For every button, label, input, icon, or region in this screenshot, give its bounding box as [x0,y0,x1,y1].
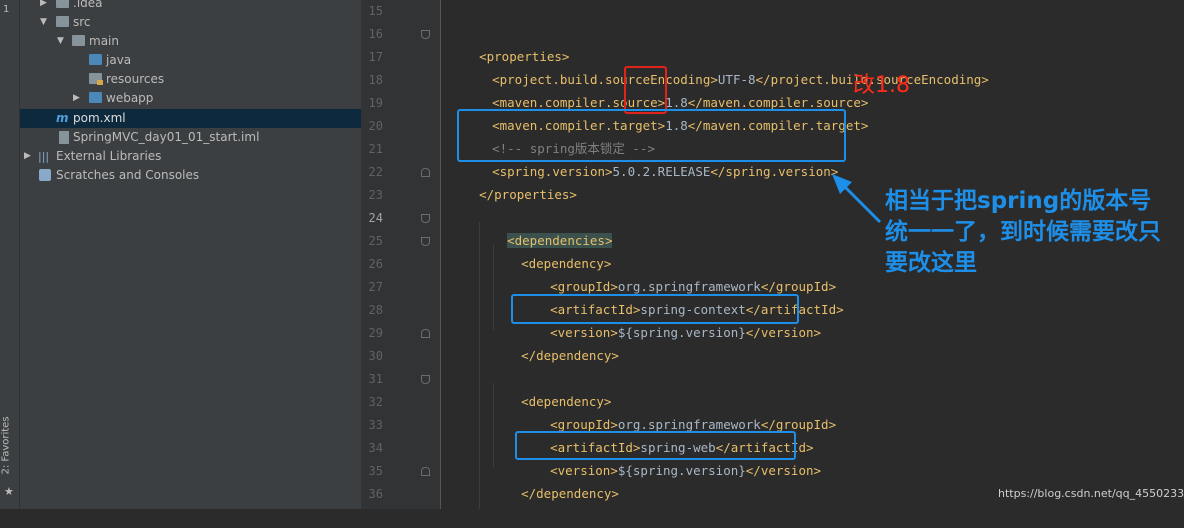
watermark: https://blog.csdn.net/qq_45502336 [998,487,1184,500]
annotation-arrow [832,174,882,224]
arrow-shaft [840,182,882,224]
